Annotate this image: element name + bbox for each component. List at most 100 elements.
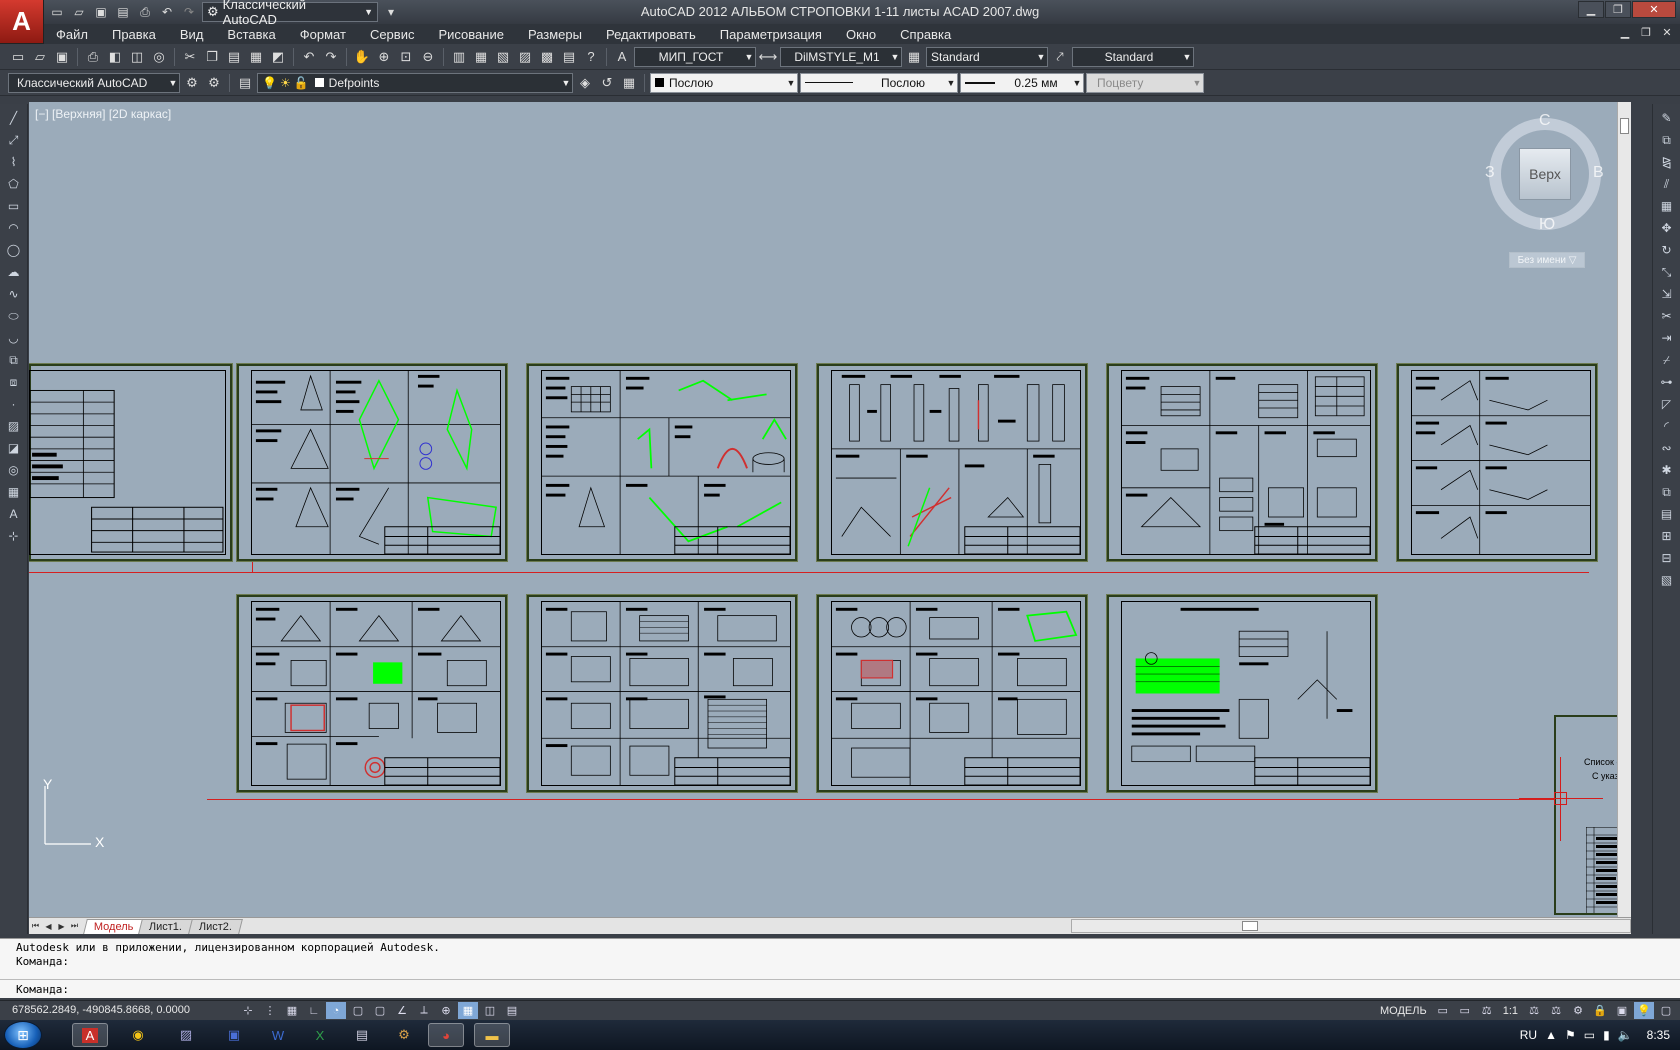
new-icon[interactable]: ▭ xyxy=(8,47,28,67)
space-toggle[interactable]: МОДЕЛЬ xyxy=(1376,1005,1431,1017)
zoom-realtime-icon[interactable]: ⊕ xyxy=(374,47,394,67)
new-file-icon[interactable]: ▭ xyxy=(48,3,66,21)
drawing-sheet[interactable] xyxy=(816,363,1088,562)
taskbar-excel[interactable]: X xyxy=(302,1023,338,1047)
table-style-icon[interactable]: ▦ xyxy=(904,47,924,67)
explode-icon[interactable]: ✱ xyxy=(1657,460,1677,480)
help-icon[interactable]: ? xyxy=(581,47,601,67)
sheet-set-icon[interactable]: ▨ xyxy=(515,47,535,67)
drawing-sheet[interactable] xyxy=(526,594,798,793)
zoom-previous-icon[interactable]: ⊖ xyxy=(418,47,438,67)
line-icon[interactable]: ╱ xyxy=(4,108,24,128)
drawing-sheet[interactable] xyxy=(236,363,508,562)
table-icon[interactable]: ▦ xyxy=(4,482,24,502)
menu-edit[interactable]: Правка xyxy=(100,27,168,42)
insert-block-icon[interactable]: ⧉ xyxy=(4,350,24,370)
move-icon[interactable]: ✥ xyxy=(1657,218,1677,238)
ucs-menu[interactable]: Без имени ▽ xyxy=(1509,252,1585,268)
doc-minimize-button[interactable]: ▁ xyxy=(1616,26,1634,41)
plot-icon[interactable]: ⎙ xyxy=(83,47,103,67)
dim-style-select[interactable]: DilMSTYLE_M1 ▼ xyxy=(780,46,902,67)
ortho-mode-icon[interactable]: ∟ xyxy=(304,1002,324,1019)
application-menu-button[interactable]: A xyxy=(0,0,44,44)
annotation-visibility-icon[interactable]: ⚖ xyxy=(1524,1002,1544,1019)
taskbar-chrome[interactable]: ◕ xyxy=(428,1023,464,1047)
isolate-objects-icon[interactable]: 💡 xyxy=(1634,1002,1654,1019)
close-button[interactable]: ✕ xyxy=(1632,1,1676,18)
doc-restore-button[interactable]: ❐ xyxy=(1637,26,1655,41)
save-icon[interactable]: ▣ xyxy=(92,3,110,21)
redo-icon[interactable]: ↷ xyxy=(321,47,341,67)
drawing-sheet[interactable] xyxy=(1106,594,1378,793)
navcube-face[interactable]: Верх xyxy=(1519,148,1571,200)
text-style-icon[interactable]: A xyxy=(612,47,632,67)
construction-line-icon[interactable]: ⤢ xyxy=(4,130,24,150)
workspace-settings-icon[interactable]: ⚙ xyxy=(182,73,202,93)
polygon-icon[interactable]: ⬠ xyxy=(4,174,24,194)
tab-last-icon[interactable]: ⏭ xyxy=(68,920,81,933)
copy-icon[interactable]: ❐ xyxy=(202,47,222,67)
3d-dwf-icon[interactable]: ◎ xyxy=(149,47,169,67)
table-style-select[interactable]: Standard ▼ xyxy=(926,46,1048,67)
menu-modify[interactable]: Редактировать xyxy=(594,27,708,42)
stretch-icon[interactable]: ⇲ xyxy=(1657,284,1677,304)
pan-icon[interactable]: ✋ xyxy=(352,47,372,67)
scale-icon[interactable]: ⤡ xyxy=(1657,262,1677,282)
tab-model[interactable]: Модель xyxy=(83,918,145,934)
open-file-icon[interactable]: ▱ xyxy=(70,3,88,21)
extend-icon[interactable]: ⇥ xyxy=(1657,328,1677,348)
tray-arrow-icon[interactable]: ▲ xyxy=(1545,1028,1557,1042)
layer-previous-icon[interactable]: ↺ xyxy=(597,73,617,93)
transparency-icon[interactable]: ◫ xyxy=(480,1002,500,1019)
tab-sheet1[interactable]: Лист1. xyxy=(138,918,194,934)
taskbar-word[interactable]: W xyxy=(260,1023,296,1047)
scroll-thumb[interactable] xyxy=(1242,921,1258,931)
command-input[interactable] xyxy=(76,983,1656,997)
layer-tools-icon[interactable]: ▤ xyxy=(1657,504,1677,524)
model-space-viewport[interactable]: [−] [Верхняя] [2D каркас] Верх С Ю З В Б… xyxy=(29,102,1631,917)
infer-constraints-icon[interactable]: ⊹ xyxy=(238,1002,258,1019)
trim-icon[interactable]: ✂ xyxy=(1657,306,1677,326)
erase-icon[interactable]: ✎ xyxy=(1657,108,1677,128)
qat-customize-icon[interactable]: ▾ xyxy=(382,3,400,21)
arc-icon[interactable]: ◠ xyxy=(4,218,24,238)
flag-icon[interactable]: ⚑ xyxy=(1565,1028,1576,1042)
lineweight-toggle-icon[interactable]: ▦ xyxy=(458,1002,478,1019)
blend-icon[interactable]: ∾ xyxy=(1657,438,1677,458)
horizontal-scrollbar[interactable] xyxy=(1071,919,1631,933)
3d-object-snap-icon[interactable]: ▢ xyxy=(370,1002,390,1019)
ellipse-arc-icon[interactable]: ◡ xyxy=(4,328,24,348)
doc-close-button[interactable]: ✕ xyxy=(1658,26,1676,41)
menu-tools[interactable]: Сервис xyxy=(358,27,427,42)
object-snap-icon[interactable]: ▢ xyxy=(348,1002,368,1019)
tab-prev-icon[interactable]: ◀ xyxy=(42,920,55,933)
join-icon[interactable]: ⊶ xyxy=(1657,372,1677,392)
array-icon[interactable]: ▦ xyxy=(1657,196,1677,216)
annotation-scale-value[interactable]: 1:1 xyxy=(1499,1005,1522,1017)
lock-toolbar-icon[interactable]: 🔒 xyxy=(1590,1002,1610,1019)
clean-screen-icon[interactable]: ▢ xyxy=(1656,1002,1676,1019)
object-snap-tracking-icon[interactable]: ∠ xyxy=(392,1002,412,1019)
properties-icon[interactable]: ▥ xyxy=(449,47,469,67)
coordinates-readout[interactable]: 678562.2849, -490845.8668, 0.0000 xyxy=(12,1004,190,1016)
clock[interactable]: 8:35 xyxy=(1647,1028,1670,1042)
block-editor-icon[interactable]: ◩ xyxy=(268,47,288,67)
tab-first-icon[interactable]: ⏮ xyxy=(29,920,42,933)
gradient-icon[interactable]: ◪ xyxy=(4,438,24,458)
network-icon[interactable]: ▮ xyxy=(1603,1028,1610,1042)
menu-file[interactable]: Файл xyxy=(44,27,100,42)
taskbar-app-floppy[interactable]: ▣ xyxy=(216,1023,252,1047)
start-button[interactable]: ⊞ xyxy=(4,1021,42,1049)
cut-icon[interactable]: ✂ xyxy=(180,47,200,67)
quick-view-layouts-icon[interactable]: ▭ xyxy=(1433,1002,1453,1019)
mleader-style-icon[interactable]: ⤤ xyxy=(1050,47,1070,67)
fillet-icon[interactable]: ◜ xyxy=(1657,416,1677,436)
maximize-button[interactable]: ❐ xyxy=(1605,1,1631,18)
point-icon[interactable]: · xyxy=(4,394,24,414)
undo-icon[interactable]: ↶ xyxy=(158,3,176,21)
vertical-scrollbar[interactable] xyxy=(1617,102,1631,917)
taskbar-app-tools[interactable]: ⚙ xyxy=(386,1023,422,1047)
dim-style-icon[interactable]: ⟷ xyxy=(758,47,778,67)
markup-icon[interactable]: ▩ xyxy=(537,47,557,67)
taskbar-autocad[interactable]: A xyxy=(72,1023,108,1047)
